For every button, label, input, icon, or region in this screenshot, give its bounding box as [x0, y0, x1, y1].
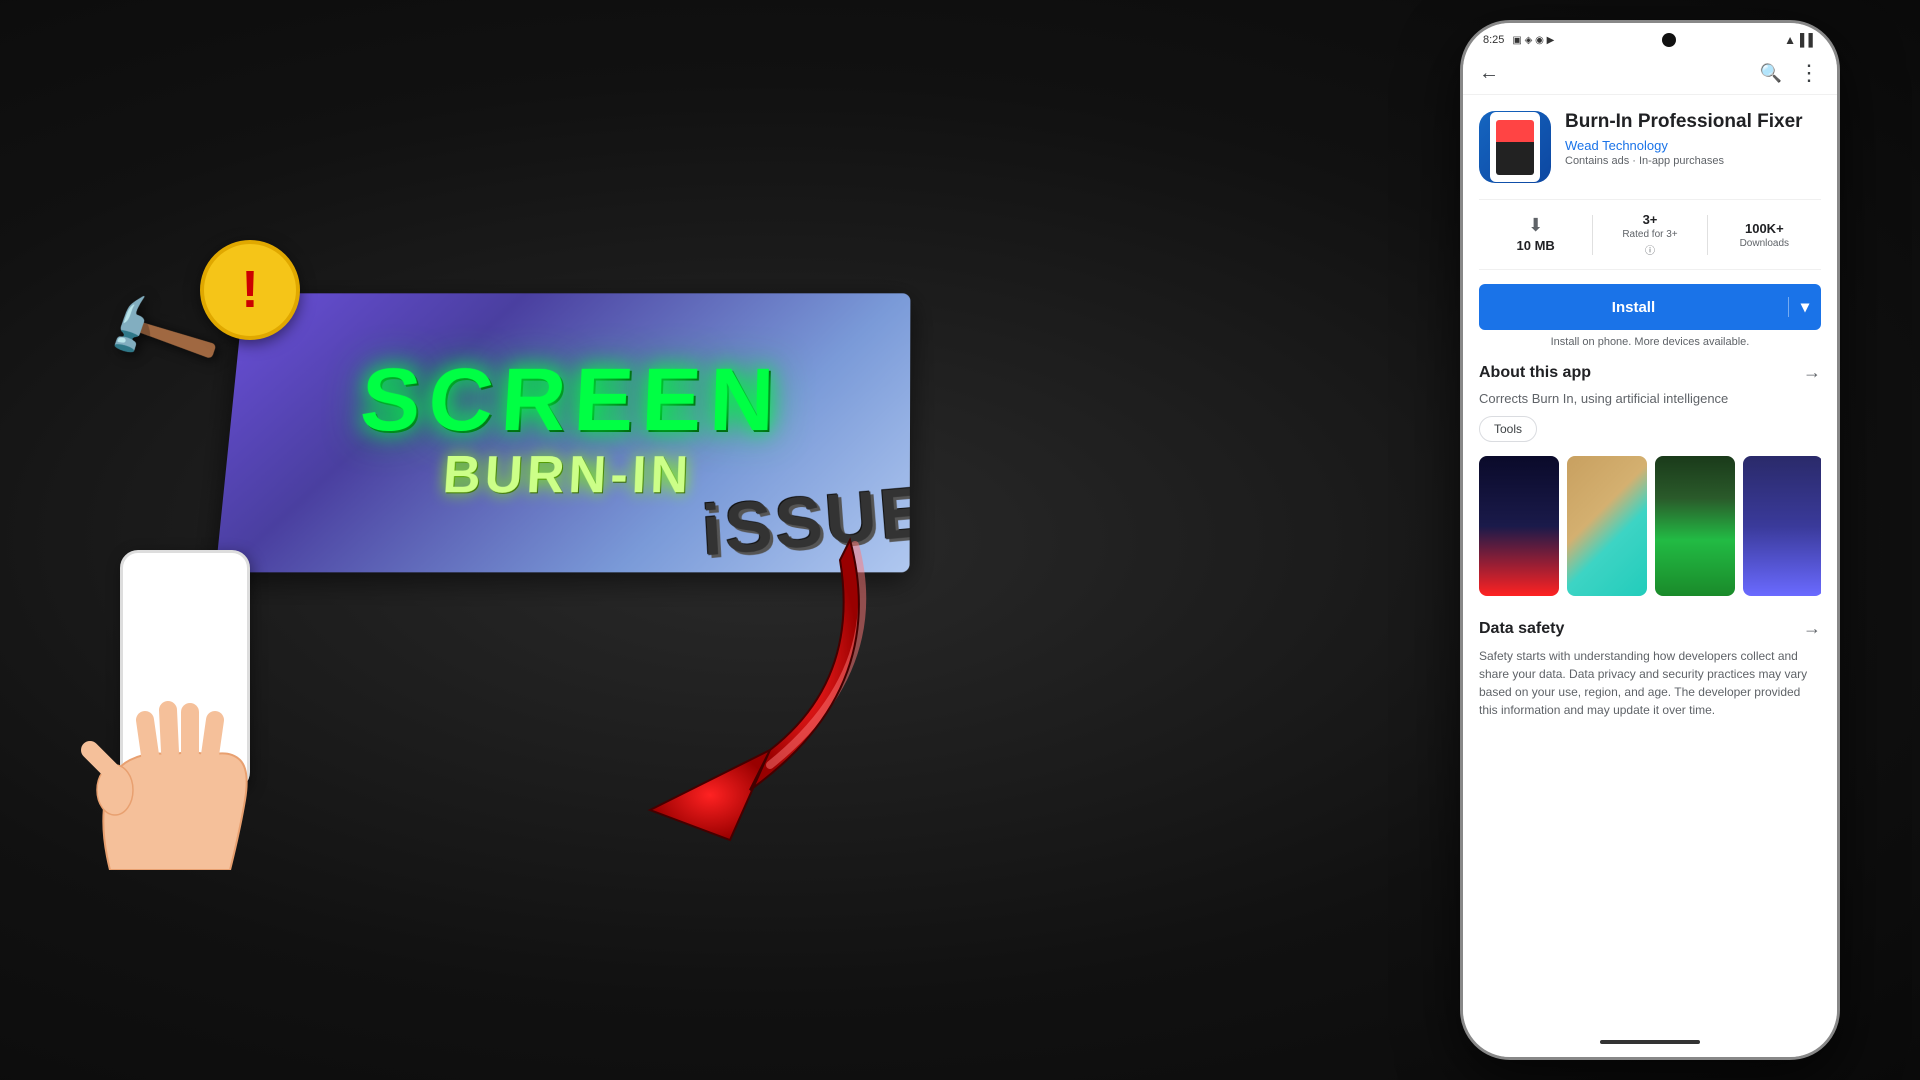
- status-bar-right: ▲ ▌▌: [1784, 33, 1817, 47]
- screenshot-2[interactable]: [1567, 456, 1647, 596]
- install-dropdown-arrow[interactable]: ▾: [1789, 297, 1821, 317]
- data-safety-section: Data safety → Safety starts with underst…: [1479, 614, 1821, 719]
- status-bar-center: [1554, 33, 1784, 47]
- status-icons: ▣ ◈ ◉ ▶: [1512, 35, 1554, 46]
- stat-rating: 3+ Rated for 3+ ⓘ: [1593, 212, 1706, 257]
- screenshots-row: [1479, 456, 1821, 596]
- back-button[interactable]: ←: [1479, 62, 1499, 85]
- phone-mockup-container: 8:25 ▣ ◈ ◉ ▶ ▲ ▌▌ ← 🔍 ⋮: [1460, 20, 1840, 1060]
- status-bar-left: 8:25 ▣ ◈ ◉ ▶: [1483, 34, 1554, 46]
- app-icon-inner: [1490, 112, 1540, 182]
- rating-info-icon: ⓘ: [1645, 242, 1655, 257]
- hand-svg: [70, 670, 290, 870]
- screenshot-1[interactable]: [1479, 456, 1559, 596]
- left-panel: ! 🔨 SCREEN BURN-IN iSSUE: [0, 0, 960, 1080]
- app-title: Burn-In Professional Fixer: [1565, 111, 1821, 134]
- banner-area: ! 🔨 SCREEN BURN-IN iSSUE: [40, 190, 920, 890]
- data-safety-header[interactable]: Data safety →: [1479, 618, 1821, 639]
- app-content-area: Burn-In Professional Fixer Wead Technolo…: [1463, 95, 1837, 1027]
- about-section-header[interactable]: About this app →: [1479, 362, 1821, 383]
- hand-phone-illustration: [70, 450, 290, 870]
- phone-mockup: 8:25 ▣ ◈ ◉ ▶ ▲ ▌▌ ← 🔍 ⋮: [1460, 20, 1840, 1060]
- red-arrow: [570, 510, 890, 860]
- stat-size: ⬇ 10 MB: [1479, 215, 1592, 255]
- install-note: Install on phone. More devices available…: [1479, 336, 1821, 348]
- stats-row: ⬇ 10 MB 3+ Rated for 3+ ⓘ 100K+ Download…: [1479, 199, 1821, 270]
- app-meta: Burn-In Professional Fixer Wead Technolo…: [1565, 111, 1821, 167]
- screenshot-4[interactable]: [1743, 456, 1821, 596]
- app-icon: [1479, 111, 1551, 183]
- data-safety-arrow: →: [1803, 618, 1821, 639]
- warning-icon: !: [200, 240, 300, 340]
- app-developer[interactable]: Wead Technology: [1565, 138, 1821, 153]
- battery-icon: ▌▌: [1800, 33, 1817, 47]
- exclamation-mark: !: [241, 260, 258, 320]
- stat-downloads-value: 100K+: [1745, 221, 1784, 236]
- search-button[interactable]: 🔍: [1760, 63, 1782, 84]
- home-indicator: [1600, 1040, 1700, 1044]
- app-toolbar: ← 🔍 ⋮: [1463, 52, 1837, 95]
- stat-rating-label: Rated for 3+: [1622, 229, 1677, 240]
- more-options-button[interactable]: ⋮: [1798, 60, 1821, 86]
- about-section-title: About this app: [1479, 364, 1591, 382]
- stat-downloads-label: Downloads: [1740, 238, 1789, 249]
- screen-text: SCREEN: [357, 356, 783, 445]
- stat-size-value: 10 MB: [1517, 238, 1555, 253]
- burn-in-text: BURN-IN: [441, 445, 693, 506]
- wifi-icon: ▲: [1784, 33, 1796, 47]
- stat-rating-value: 3+: [1643, 212, 1658, 227]
- tools-tag[interactable]: Tools: [1479, 416, 1537, 442]
- data-safety-text: Safety starts with understanding how dev…: [1479, 647, 1821, 719]
- app-icon-screen: [1496, 120, 1534, 175]
- download-icon: ⬇: [1528, 215, 1543, 236]
- toolbar-right-icons: 🔍 ⋮: [1760, 60, 1821, 86]
- camera-cutout: [1662, 33, 1676, 47]
- time-display: 8:25: [1483, 34, 1504, 46]
- stat-downloads: 100K+ Downloads: [1708, 221, 1821, 249]
- phone-bottom-bar: [1463, 1027, 1837, 1057]
- about-section-desc: Corrects Burn In, using artificial intel…: [1479, 391, 1821, 406]
- install-button[interactable]: Install ▾: [1479, 284, 1821, 330]
- data-safety-title: Data safety: [1479, 620, 1564, 638]
- app-header: Burn-In Professional Fixer Wead Technolo…: [1479, 95, 1821, 199]
- screenshot-3[interactable]: [1655, 456, 1735, 596]
- app-tags: Contains ads · In-app purchases: [1565, 155, 1821, 167]
- status-bar: 8:25 ▣ ◈ ◉ ▶ ▲ ▌▌: [1463, 23, 1837, 52]
- install-button-label: Install: [1479, 299, 1788, 316]
- about-section-arrow: →: [1803, 362, 1821, 383]
